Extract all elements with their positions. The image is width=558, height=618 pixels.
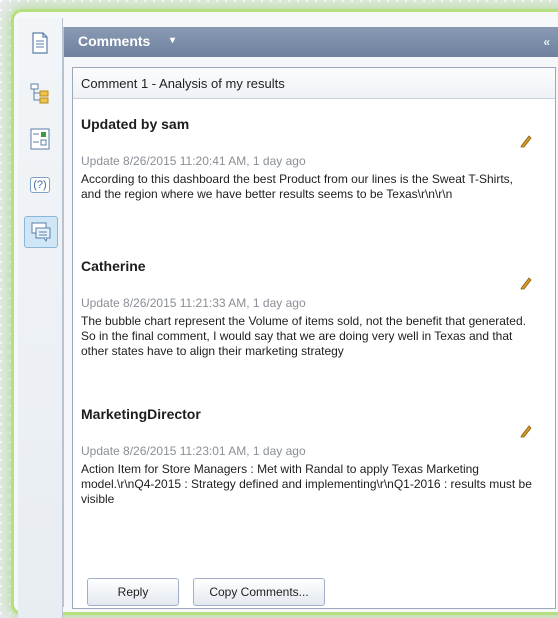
- panel-title[interactable]: Comments: [78, 33, 150, 49]
- chevron-down-icon[interactable]: ▾: [170, 35, 175, 46]
- comment-text: Action Item for Store Managers : Met wit…: [81, 462, 532, 506]
- collapse-icon[interactable]: «: [543, 35, 550, 49]
- comment-entry: Catherine Update 8/26/2015 11:21:33 AM, …: [81, 258, 541, 359]
- edit-pencil-icon[interactable]: [519, 276, 533, 290]
- reply-button[interactable]: Reply: [87, 578, 179, 606]
- comments-icon[interactable]: [24, 216, 58, 248]
- comments-panel: Comments ▾ « Comment 1 - Analysis of my …: [63, 27, 558, 609]
- sidebar: (?): [18, 18, 63, 618]
- comment-author: Updated by sam: [81, 116, 190, 132]
- checklist-icon[interactable]: [24, 124, 56, 154]
- edit-pencil-icon[interactable]: [519, 134, 533, 148]
- comment-timestamp: Update 8/26/2015 11:20:41 AM, 1 day ago: [81, 154, 306, 168]
- comment-timestamp: Update 8/26/2015 11:23:01 AM, 1 day ago: [81, 444, 306, 458]
- comment-entry: MarketingDirector Update 8/26/2015 11:23…: [81, 406, 541, 507]
- comment-timestamp: Update 8/26/2015 11:21:33 AM, 1 day ago: [81, 296, 306, 310]
- comment-text: According to this dashboard the best Pro…: [81, 172, 513, 201]
- document-icon[interactable]: [24, 28, 56, 58]
- thread-header: Comment 1 - Analysis of my results: [73, 68, 555, 99]
- comment-author: MarketingDirector: [81, 406, 201, 422]
- comment-thread: Comment 1 - Analysis of my results Updat…: [72, 67, 556, 609]
- panel-header: Comments ▾: [64, 27, 558, 57]
- copy-comments-button[interactable]: Copy Comments...: [193, 578, 325, 606]
- comment-author: Catherine: [81, 258, 146, 274]
- help-icon[interactable]: (?): [24, 170, 56, 200]
- comment-entry: Updated by sam Update 8/26/2015 11:20:41…: [81, 116, 541, 202]
- thread-title: Comment 1 - Analysis of my results: [81, 76, 285, 91]
- comment-text: The bubble chart represent the Volume of…: [81, 314, 526, 358]
- edit-pencil-icon[interactable]: [519, 424, 533, 438]
- hierarchy-icon[interactable]: [24, 78, 56, 108]
- help-icon-label: (?): [30, 177, 50, 193]
